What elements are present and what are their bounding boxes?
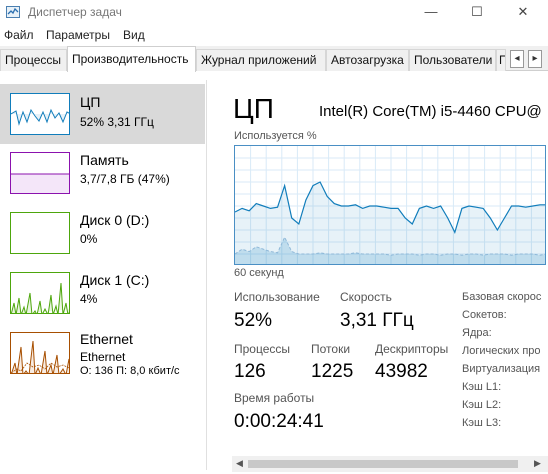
spec-cores-label: Ядра: [462,327,492,339]
title-bar: Диспетчер задач — ☐ ✕ [0,0,548,26]
tab-app-history[interactable]: Журнал приложений [196,49,326,71]
sidebar-item-cpu-title: ЦП [80,94,101,110]
sidebar-item-memory[interactable]: Память 3,7/7,8 ГБ (47%) [0,144,205,204]
spec-l1-cache-label: Кэш L1: [462,381,502,393]
cpu-model-name: Intel(R) Core(TM) i5-4460 CPU@ [319,103,542,120]
processes-value: 126 [234,361,266,382]
handles-value: 43982 [375,361,428,382]
spec-l2-cache-label: Кэш L2: [462,399,502,411]
graph-time-span: 60 секунд [234,267,284,279]
sidebar-item-cpu-subtitle: 52% 3,31 ГГц [80,115,154,129]
sidebar-item-disk-0[interactable]: Диск 0 (D:) 0% [0,204,205,264]
sidebar-item-cpu[interactable]: ЦП 52% 3,31 ГГц [0,84,205,144]
tab-processes[interactable]: Процессы [0,49,67,71]
sidebar-item-ethernet-throughput: О: 136 П: 8,0 кбит/с [80,365,180,377]
tab-scroll-left-button[interactable]: ◂ [510,50,524,68]
usage-value: 52% [234,310,273,331]
menu-view[interactable]: Вид [123,28,145,42]
tab-users[interactable]: Пользователи [409,49,496,71]
panel-divider [206,80,207,470]
disk-0-thumbnail-graph [10,212,70,254]
spec-virtualization-label: Виртуализация [462,363,541,375]
uptime-label: Время работы [234,391,315,405]
tab-startup[interactable]: Автозагрузка [326,49,409,71]
sidebar-item-ethernet-title: Ethernet [80,331,133,347]
usage-label: Использование [234,290,320,304]
processes-label: Процессы [234,342,291,356]
sidebar-item-disk-1-title: Диск 1 (C:) [80,272,150,288]
spec-logical-processors-label: Логических про [462,345,541,357]
speed-label: Скорость [340,290,392,304]
scrollbar-thumb[interactable] [248,460,518,468]
speed-value: 3,31 ГГц [340,310,414,331]
menu-file[interactable]: Файл [4,28,34,42]
handles-label: Дескрипторы [375,342,449,356]
menu-options[interactable]: Параметры [46,28,110,42]
scroll-left-icon[interactable]: ◀ [236,458,243,469]
graph-label: Используется % [234,130,317,142]
sidebar-item-disk-1-subtitle: 4% [80,292,98,306]
page-title: ЦП [233,93,274,124]
tab-scroll-right-button[interactable]: ▸ [528,50,542,68]
spec-sockets-label: Сокетов: [462,309,507,321]
maximize-button[interactable]: ☐ [454,2,500,24]
ethernet-thumbnail-graph [10,332,70,374]
menu-bar: Файл Параметры Вид [0,26,548,46]
cpu-thumbnail-graph [10,93,70,135]
close-button[interactable]: ✕ [500,2,546,24]
horizontal-scrollbar[interactable]: ◀ ▶ [232,456,548,472]
threads-label: Потоки [311,342,351,356]
sidebar-item-ethernet[interactable]: Ethernet Ethernet О: 136 П: 8,0 кбит/с [0,324,205,390]
cpu-usage-graph [234,145,546,265]
scroll-right-icon[interactable]: ▶ [534,458,541,469]
memory-thumbnail-graph [10,152,70,194]
sidebar-item-memory-title: Память [80,152,129,168]
sidebar-item-disk-1[interactable]: Диск 1 (C:) 4% [0,264,205,324]
task-manager-icon [6,5,20,19]
spec-base-speed-label: Базовая скорос [462,291,542,303]
tab-bar: Процессы Производительность Журнал прило… [0,46,548,72]
sidebar-item-ethernet-subtitle: Ethernet [80,350,126,364]
window-title: Диспетчер задач [28,5,122,19]
tab-performance[interactable]: Производительность [67,46,196,72]
threads-value: 1225 [311,361,354,382]
cpu-usage-chart [235,146,545,264]
uptime-value: 0:00:24:41 [234,411,324,432]
disk-1-thumbnail-graph [10,272,70,314]
performance-sidebar: ЦП 52% 3,31 ГГц Память 3,7/7,8 ГБ (47%) … [0,72,205,474]
minimize-button[interactable]: — [408,2,454,24]
sidebar-item-disk-0-title: Диск 0 (D:) [80,212,150,228]
tab-details[interactable]: Подробности [496,49,506,71]
sidebar-item-disk-0-subtitle: 0% [80,232,98,246]
sidebar-item-memory-subtitle: 3,7/7,8 ГБ (47%) [80,172,170,186]
spec-l3-cache-label: Кэш L3: [462,417,502,429]
